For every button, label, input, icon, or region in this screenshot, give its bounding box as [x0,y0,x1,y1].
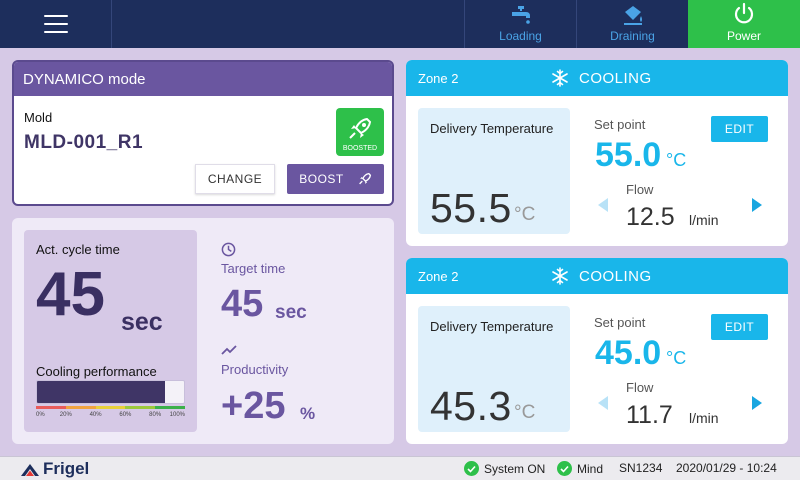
check-icon [464,461,479,476]
power-button[interactable]: Power [688,0,800,48]
flow-decrease-arrow-icon[interactable] [598,198,608,212]
menu-button[interactable] [0,0,112,48]
status-bar: Frigel System ON Mind SN1234 2020/01/29 … [0,456,800,480]
system-status: System ON [464,461,545,476]
perf-tick: 0% [36,412,45,418]
mind-status-label: Mind [577,461,604,476]
delivery-temperature-label: Delivery Temperature [430,121,554,136]
rocket-icon [358,172,371,185]
boosted-badge: BOOSTED [336,108,384,156]
snowflake-icon [552,69,568,87]
bucket-drain-icon [623,6,642,25]
act-cycle-value: 45 [36,260,105,329]
mind-status: Mind [557,461,603,476]
delivery-temperature-value: 55.5 [430,185,512,231]
boosted-label: BOOSTED [342,145,378,152]
cycle-time-card: Act. cycle time 45 sec Cooling performan… [12,218,394,444]
cooling-performance-label: Cooling performance [36,364,157,379]
power-icon [734,2,754,24]
flow-value: 12.5 [626,203,675,231]
brand-name: Frigel [43,459,90,478]
faucet-icon [511,6,530,24]
performance-color-scale [36,406,185,409]
target-time-value: 45 [221,283,264,325]
flow-label: Flow [626,182,654,197]
setpoint-value: 45.0 [595,334,662,372]
delivery-temperature-unit: °C [514,402,536,423]
zone-card: Zone 2 COOLING Delivery Temperature 55.5… [406,60,788,246]
productivity-label: Productivity [221,362,289,377]
setpoint-label: Set point [594,117,646,132]
clock-icon [221,242,236,257]
flow-label: Flow [626,380,654,395]
delivery-temperature-panel: Delivery Temperature 45.3 °C [418,306,570,432]
edit-setpoint-button[interactable]: EDIT [711,116,768,142]
flow-decrease-arrow-icon[interactable] [598,396,608,410]
cooling-performance-bar [36,380,185,404]
delivery-temperature-label: Delivery Temperature [430,319,554,334]
target-time-unit: sec [275,302,307,323]
check-icon [557,461,572,476]
hamburger-icon [43,15,68,33]
perf-tick: 40% [89,412,102,418]
target-time-label: Target time [221,261,286,276]
zone-header: Zone 2 COOLING [406,60,788,96]
act-cycle-unit: sec [121,308,163,336]
setpoint-value: 55.0 [595,136,662,174]
change-button[interactable]: CHANGE [195,164,275,194]
brand-logo: Frigel [20,459,89,479]
zone-name: Zone 2 [418,71,459,86]
mode-title: DYNAMICO mode [14,62,392,96]
perf-tick: 80% [149,412,162,418]
flow-increase-arrow-icon[interactable] [752,198,762,212]
edit-setpoint-button[interactable]: EDIT [711,314,768,340]
setpoint-unit: °C [666,348,687,368]
zone-mode: COOLING [579,268,652,285]
perf-tick: 20% [59,412,72,418]
rocket-icon [349,117,372,139]
boost-label: BOOST [299,172,344,186]
flow-increase-arrow-icon[interactable] [752,396,762,410]
delivery-temperature-value: 45.3 [430,383,512,429]
frigel-logo-icon [21,464,39,476]
delivery-temperature-panel: Delivery Temperature 55.5 °C [418,108,570,234]
perf-tick: 100% [169,412,185,418]
delivery-temperature-unit: °C [514,204,536,225]
boost-button[interactable]: BOOST [287,164,384,194]
perf-tick: 60% [119,412,132,418]
loading-label: Loading [499,29,542,43]
zone-card: Zone 2 COOLING Delivery Temperature 45.3… [406,258,788,444]
snowflake-icon [552,267,568,285]
zone-header: Zone 2 COOLING [406,258,788,294]
draining-button[interactable]: Draining [576,0,688,48]
system-status-label: System ON [484,461,546,476]
date-time: 2020/01/29 - 10:24 [676,461,777,475]
zone-mode: COOLING [579,70,652,87]
top-bar: Loading Draining Power [0,0,800,48]
flow-unit: l/min [689,410,719,426]
mold-label: Mold [24,110,53,125]
flow-value: 11.7 [626,401,673,429]
cooling-performance-fill [37,381,165,403]
productivity-value: +25 [221,385,286,427]
act-cycle-label: Act. cycle time [36,242,120,257]
mold-value: MLD-001_R1 [24,132,144,153]
dynamico-mode-card: DYNAMICO mode Mold MLD-001_R1 BOOSTED CH… [12,60,394,206]
productivity-unit: % [300,404,316,423]
setpoint-label: Set point [594,315,646,330]
actual-cycle-panel: Act. cycle time 45 sec Cooling performan… [24,230,197,432]
draining-label: Draining [610,29,655,43]
serial-number: SN1234 [619,461,663,475]
flow-unit: l/min [689,212,719,228]
power-label: Power [726,29,761,43]
zone-name: Zone 2 [418,269,459,284]
setpoint-unit: °C [666,150,687,170]
loading-button[interactable]: Loading [464,0,576,48]
trend-up-icon [221,345,237,355]
